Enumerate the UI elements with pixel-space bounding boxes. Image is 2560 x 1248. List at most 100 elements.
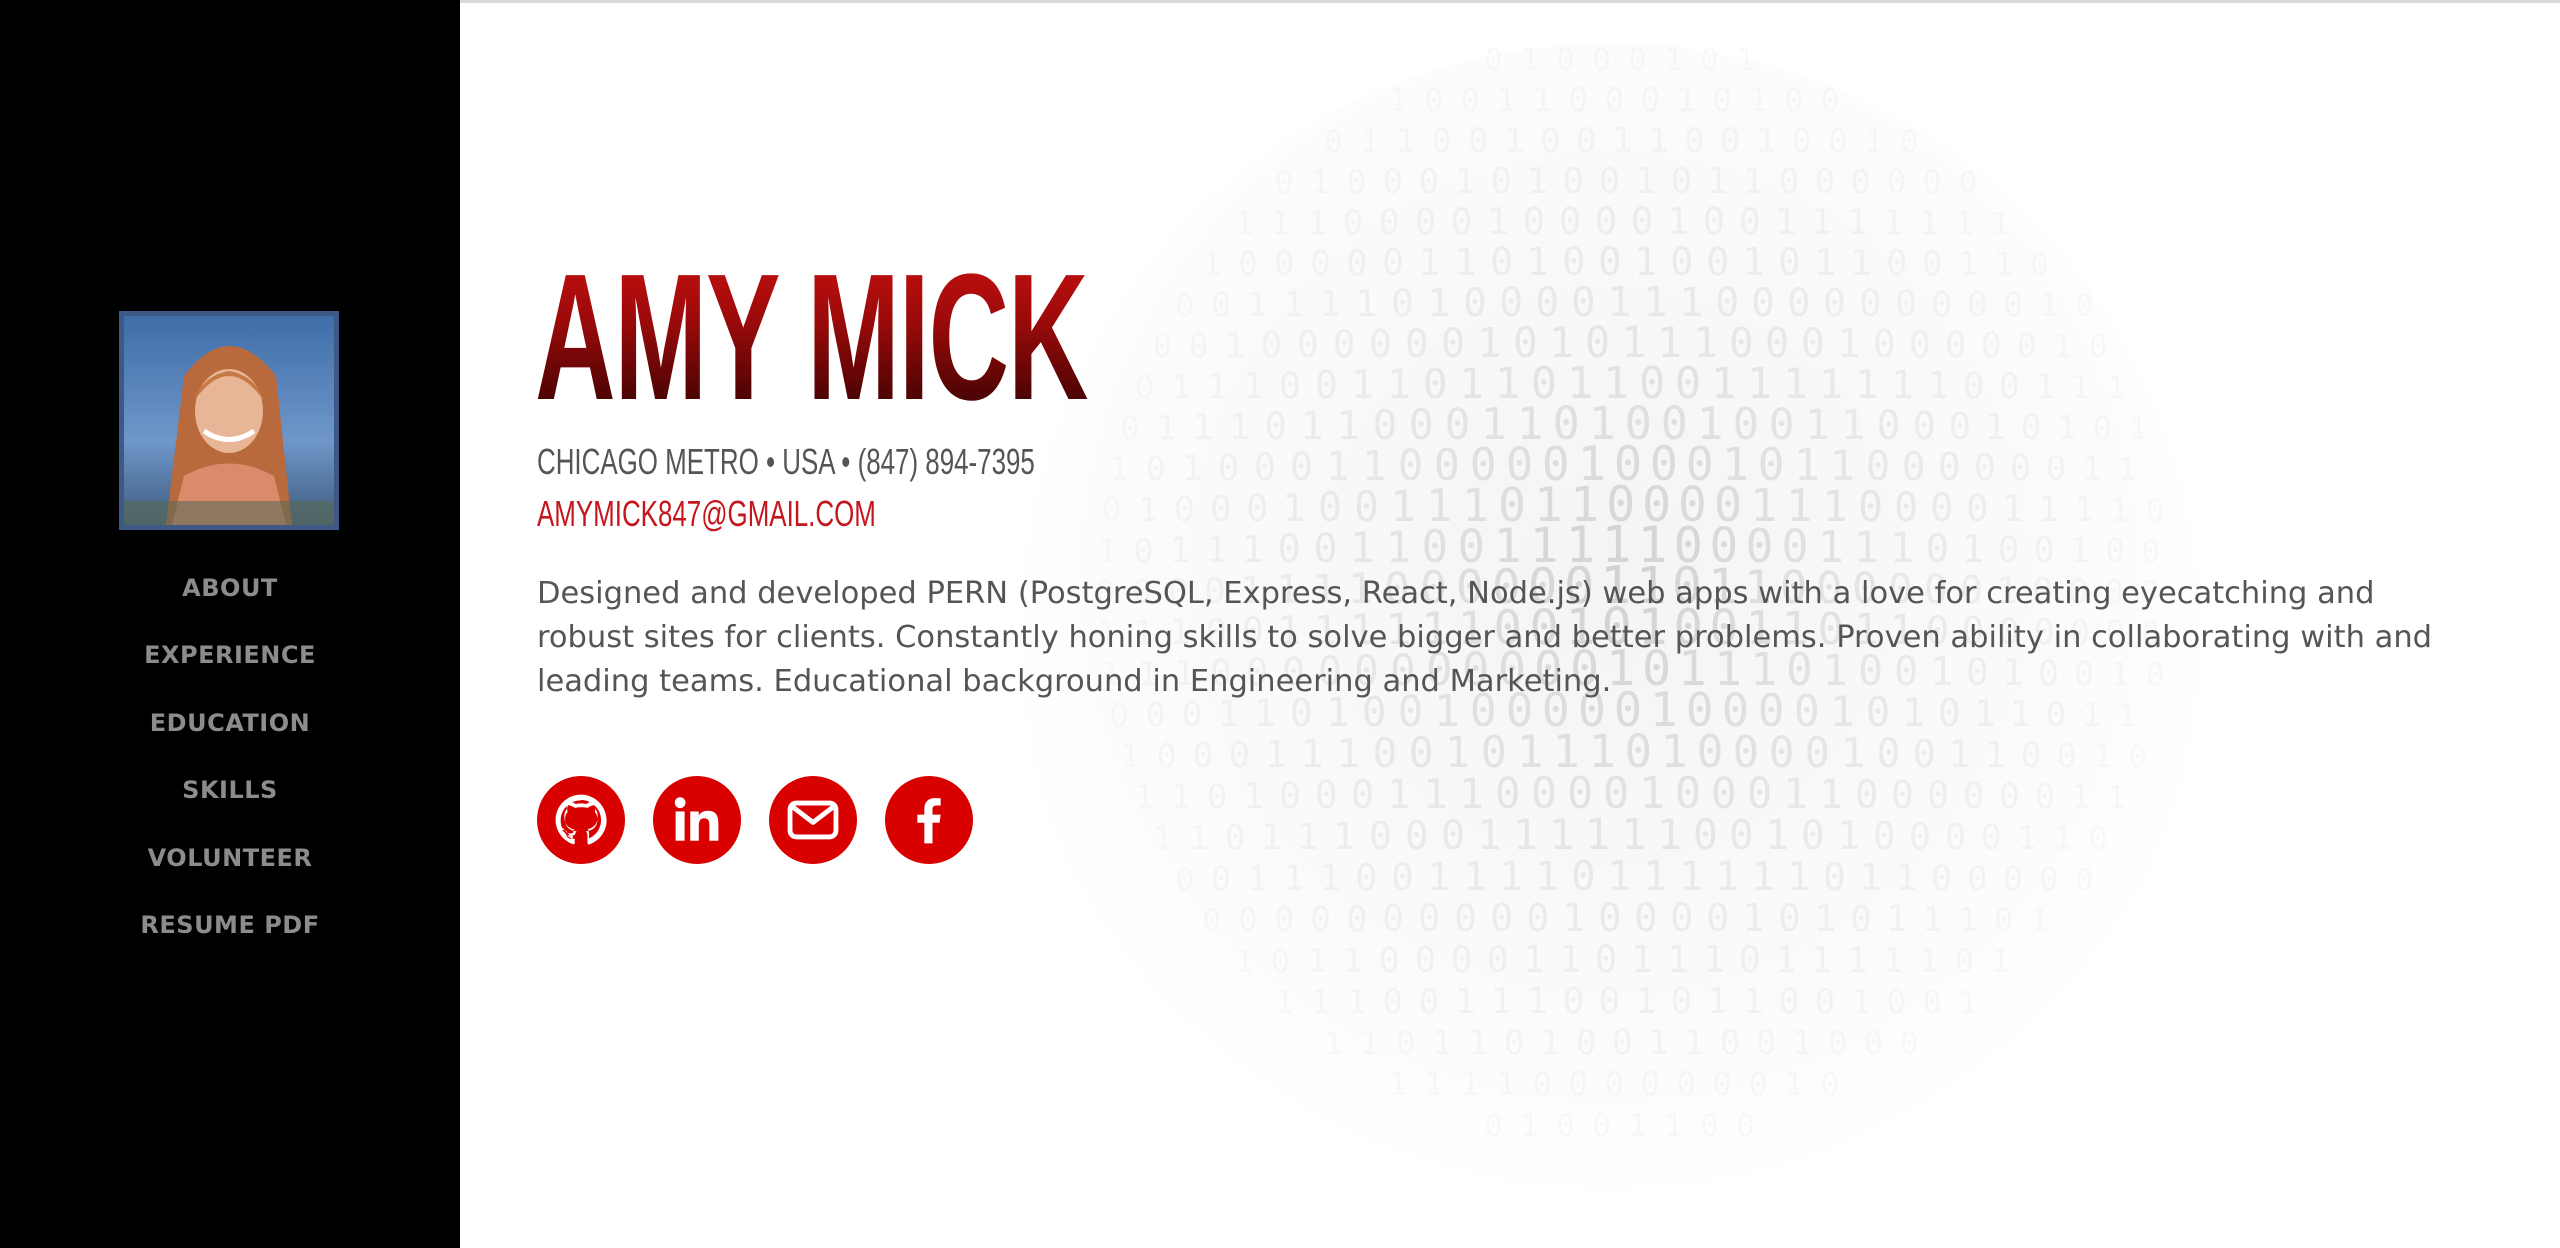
binary-digit: 0 — [1887, 163, 1907, 201]
binary-digit: 0 — [1526, 896, 1549, 941]
binary-digit: 0 — [1749, 1065, 1768, 1103]
nav-link-skills[interactable]: SKILLS — [182, 776, 278, 804]
binary-digit: 1 — [1527, 981, 1548, 1022]
binary-digit: 0 — [1207, 777, 1228, 817]
binary-digit: 0 — [1211, 286, 1231, 324]
binary-digit: 1 — [1851, 982, 1871, 1021]
binary-digit: 1 — [1985, 735, 2007, 776]
binary-digit: 0 — [1484, 1109, 1502, 1144]
avatar-photo — [124, 316, 334, 525]
binary-digit: 0 — [1959, 165, 1978, 201]
binary-digit: 1 — [1814, 897, 1836, 940]
email-link[interactable]: AMYMICK847@GMAIL.COM — [537, 492, 876, 536]
binary-digit: 0 — [2146, 494, 2164, 529]
binary-digit: 0 — [1823, 855, 1846, 899]
binary-digit: 0 — [1949, 404, 1971, 448]
binary-digit: 0 — [1415, 940, 1436, 981]
binary-digit: 0 — [1595, 937, 1618, 981]
binary-digit: 0 — [1102, 492, 1121, 529]
binary-digit: 0 — [2046, 449, 2067, 489]
binary-digit: 0 — [1379, 941, 1400, 981]
binary-digit: 1 — [1847, 203, 1868, 243]
binary-digit: 1 — [1628, 1108, 1647, 1144]
binary-digit: 0 — [1146, 449, 1166, 488]
nav-item-education: EDUCATION — [0, 701, 460, 768]
binary-digit: 0 — [1974, 446, 1996, 489]
binary-digit: 0 — [1966, 486, 1989, 530]
binary-digit: 0 — [1913, 732, 1936, 777]
binary-digit: 1 — [1743, 981, 1764, 1022]
binary-digit: 0 — [1873, 322, 1896, 366]
binary-digit: 0 — [1468, 121, 1488, 160]
binary-digit: 0 — [1175, 288, 1194, 324]
binary-digit: 0 — [2057, 736, 2077, 775]
binary-digit: 0 — [1994, 901, 2013, 939]
binary-digit: 0 — [1189, 327, 1209, 365]
binary-digit: 0 — [1900, 1026, 1919, 1062]
binary-digit: 1 — [1333, 814, 1356, 858]
linkedin-button[interactable] — [653, 776, 741, 864]
binary-digit: 1 — [1883, 941, 1903, 981]
binary-digit: 1 — [1455, 982, 1476, 1022]
binary-digit: 1 — [1454, 240, 1477, 284]
binary-digit: 0 — [1238, 901, 1258, 939]
binary-digit: 1 — [1991, 944, 2010, 980]
binary-digit: 0 — [1877, 731, 1901, 777]
binary-digit: 1 — [1850, 243, 1872, 284]
binary-digit: 0 — [1391, 281, 1414, 325]
nav-link-resume-pdf[interactable]: RESUME PDF — [140, 911, 319, 939]
sidebar-nav: ABOUT EXPERIENCE EDUCATION SKILLS VOLUNT… — [0, 566, 460, 970]
binary-digit: 0 — [1571, 852, 1595, 900]
binary-digit: 1 — [1677, 81, 1697, 119]
binary-digit: 1 — [1667, 199, 1689, 243]
binary-digit: 1 — [1841, 729, 1866, 777]
binary-digit: 1 — [1202, 247, 1221, 283]
binary-digit: 1 — [1648, 1023, 1669, 1063]
binary-digit: 0 — [1569, 81, 1589, 119]
binary-digit: 1 — [1864, 124, 1883, 160]
binary-digit: 0 — [1684, 121, 1704, 161]
github-button[interactable] — [537, 776, 625, 864]
binary-digit: 1 — [1207, 367, 1228, 407]
binary-digit: 1 — [1326, 444, 1350, 490]
binary-digit: 1 — [1527, 161, 1548, 202]
nav-link-education[interactable]: EDUCATION — [150, 709, 310, 737]
binary-digit: 0 — [1641, 1065, 1661, 1103]
binary-digit: 0 — [1382, 241, 1404, 284]
binary-digit: 1 — [1110, 451, 1129, 488]
binary-digit: 0 — [1756, 1023, 1776, 1062]
binary-digit: 1 — [1171, 367, 1191, 406]
binary-digit: 0 — [1274, 900, 1294, 939]
binary-digit: 0 — [1278, 527, 1301, 572]
facebook-button[interactable] — [885, 776, 973, 864]
binary-digit: 0 — [1318, 485, 1342, 531]
binary-digit: 1 — [2082, 449, 2102, 488]
facebook-icon — [917, 798, 941, 844]
binary-digit: 1 — [1540, 1023, 1561, 1063]
binary-digit: 0 — [1706, 896, 1729, 941]
binary-digit: 0 — [1792, 121, 1812, 160]
email-button[interactable] — [769, 776, 857, 864]
binary-digit: 1 — [2093, 737, 2112, 775]
binary-digit: 1 — [1311, 163, 1330, 201]
binary-digit: 1 — [1189, 819, 1209, 857]
binary-digit: 1 — [1756, 121, 1776, 160]
binary-digit: 1 — [1635, 161, 1657, 202]
binary-digit: 0 — [2035, 777, 2055, 816]
binary-digit: 1 — [1193, 408, 1214, 448]
nav-link-volunteer[interactable]: VOLUNTEER — [148, 844, 313, 872]
binary-digit: 0 — [1999, 367, 2020, 407]
binary-digit: 1 — [1648, 121, 1669, 161]
binary-digit: 1 — [1275, 985, 1294, 1021]
nav-link-about[interactable]: ABOUT — [182, 574, 278, 602]
binary-digit: 1 — [1324, 1026, 1343, 1062]
binary-digit: 1 — [1679, 852, 1703, 900]
binary-digit: 0 — [1229, 735, 1251, 776]
binary-digit: 0 — [1923, 165, 1942, 201]
nav-link-experience[interactable]: EXPERIENCE — [144, 641, 316, 669]
binary-digit: 1 — [1792, 1023, 1812, 1062]
binary-digit: 1 — [2110, 491, 2129, 529]
binary-digit: 0 — [1324, 124, 1343, 160]
binary-digit: 1 — [1533, 81, 1553, 119]
binary-digit: 0 — [1891, 773, 1914, 818]
